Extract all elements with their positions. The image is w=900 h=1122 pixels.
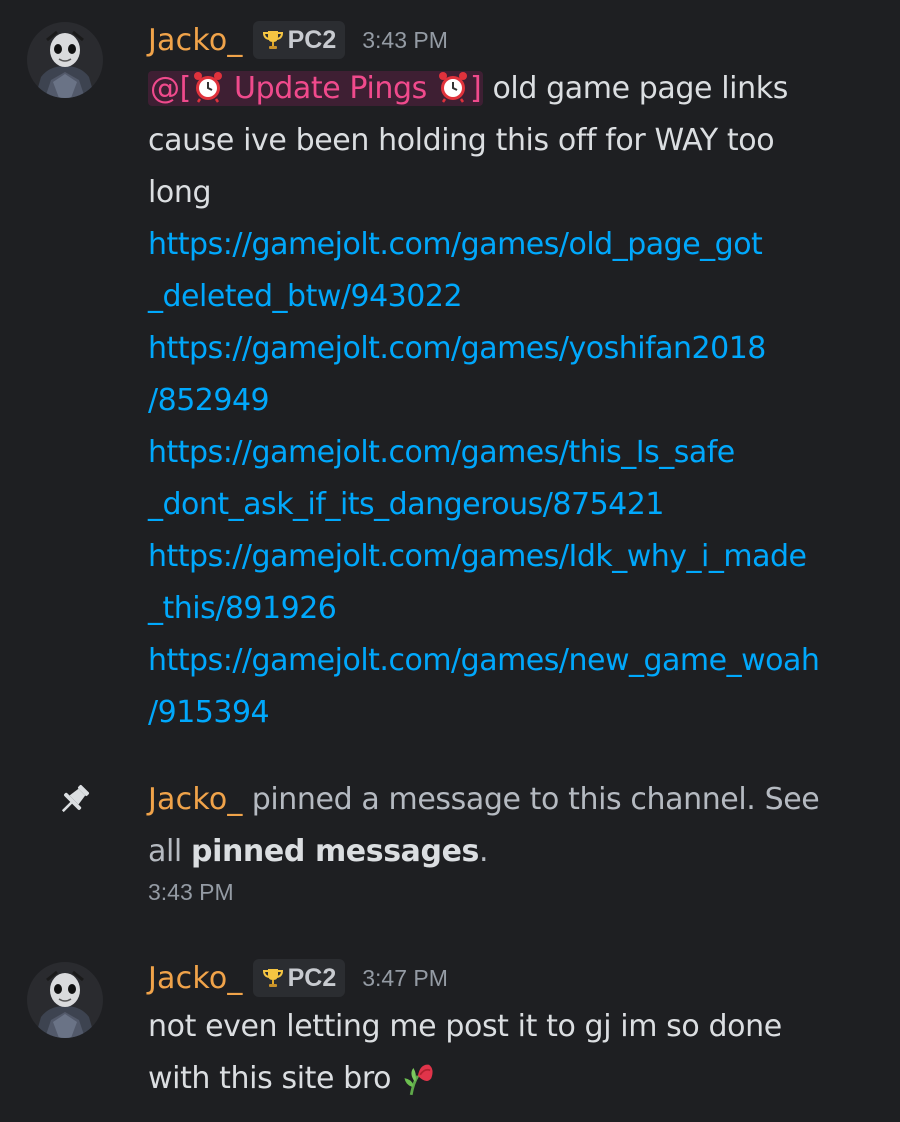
gamejolt-link[interactable]: https://gamejolt.com/games/Idk_why_i_mad… <box>148 539 807 574</box>
mention-suffix: ] <box>470 71 482 106</box>
gamejolt-link[interactable]: _deleted_btw/943022 <box>148 279 463 314</box>
gamejolt-link[interactable]: _this/891926 <box>148 591 337 626</box>
message-text: with this site bro <box>148 1061 401 1096</box>
trophy-icon <box>262 31 283 49</box>
system-text: pinned a message to this channel. See <box>242 782 820 817</box>
gamejolt-link[interactable]: /915394 <box>148 695 270 730</box>
gamejolt-link[interactable]: _dont_ask_if_its_dangerous/875421 <box>148 487 664 522</box>
alarm-clock-icon <box>193 72 222 103</box>
message-header: Jacko_ PC2 3:43 PM <box>148 18 448 62</box>
system-message-text: Jacko_ pinned a message to this channel.… <box>148 774 893 878</box>
server-tag-label: PC2 <box>287 963 337 992</box>
system-line: Jacko_ pinned a message to this channel.… <box>148 774 893 826</box>
server-tag[interactable]: PC2 <box>252 959 346 997</box>
link-line: https://gamejolt.com/games/this_Is_safe <box>148 427 893 479</box>
alarm-clock-icon <box>439 72 468 103</box>
gamejolt-link[interactable]: https://gamejolt.com/games/old_page_got <box>148 227 763 262</box>
system-timestamp[interactable]: 3:43 PM <box>148 879 234 906</box>
gamejolt-link[interactable]: https://gamejolt.com/games/yoshifan2018 <box>148 331 766 366</box>
user-avatar[interactable] <box>27 962 103 1038</box>
link-line: _deleted_btw/943022 <box>148 271 893 323</box>
link-line: https://gamejolt.com/games/old_page_got <box>148 219 893 271</box>
link-line: /915394 <box>148 687 893 739</box>
link-line: _this/891926 <box>148 583 893 635</box>
system-text: all <box>148 834 191 869</box>
role-mention[interactable]: @[ Update Pings ] <box>148 71 484 106</box>
user-avatar[interactable] <box>27 22 103 98</box>
link-line: https://gamejolt.com/games/yoshifan2018 <box>148 323 893 375</box>
system-line: all pinned messages. <box>148 826 893 878</box>
gamejolt-link[interactable]: https://gamejolt.com/games/new_game_woah <box>148 643 820 678</box>
message-content: not even letting me post it to gj im so … <box>148 1001 893 1105</box>
pinned-messages-link[interactable]: pinned messages <box>191 834 479 869</box>
link-line: https://gamejolt.com/games/new_game_woah <box>148 635 893 687</box>
message-line: not even letting me post it to gj im so … <box>148 1009 782 1044</box>
gamejolt-link[interactable]: https://gamejolt.com/games/this_Is_safe <box>148 435 735 470</box>
author-name[interactable]: Jacko_ <box>148 782 243 817</box>
link-line: https://gamejolt.com/games/Idk_why_i_mad… <box>148 531 893 583</box>
message-timestamp[interactable]: 3:43 PM <box>362 27 448 54</box>
message-line: cause ive been holding this off for WAY … <box>148 123 775 158</box>
message-text: old game page links <box>483 71 788 106</box>
wilted-flower-icon <box>404 1064 433 1096</box>
avatar-image <box>27 22 103 98</box>
message-content: @[ Update Pings ] old game page links ca… <box>148 63 893 739</box>
link-line: _dont_ask_if_its_dangerous/875421 <box>148 479 893 531</box>
author-name[interactable]: Jacko_ <box>148 961 243 996</box>
link-line: /852949 <box>148 375 893 427</box>
author-name[interactable]: Jacko_ <box>148 23 243 58</box>
message-header: Jacko_ PC2 3:47 PM <box>148 956 448 1000</box>
server-tag-label: PC2 <box>287 25 337 54</box>
mention-label: Update Pings <box>224 71 437 106</box>
message-timestamp[interactable]: 3:47 PM <box>362 965 448 992</box>
trophy-icon <box>262 969 283 987</box>
gamejolt-link[interactable]: /852949 <box>148 383 270 418</box>
mention-prefix: @[ <box>150 71 191 106</box>
message-line: long <box>148 175 212 210</box>
message-line: with this site bro <box>148 1053 893 1105</box>
message-line: @[ Update Pings ] old game page links <box>148 63 893 115</box>
pin-icon <box>61 784 90 813</box>
system-text: . <box>478 834 489 869</box>
server-tag[interactable]: PC2 <box>252 21 346 59</box>
avatar-image <box>27 962 103 1038</box>
